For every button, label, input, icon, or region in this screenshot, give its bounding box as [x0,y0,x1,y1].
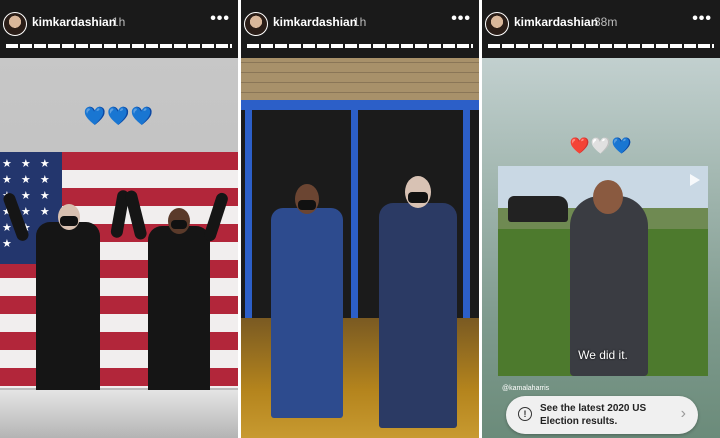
play-icon[interactable] [690,174,700,186]
story-content: ❤️🤍💙 We did it. @kamalaharris ! See the … [482,58,720,438]
face-mask [171,220,187,229]
shared-video-post[interactable]: We did it. [498,166,708,376]
video-caption: We did it. [578,348,628,362]
more-options-icon[interactable]: ••• [210,10,230,28]
american-flag-image: ★ ★ ★ ★ ★ ★ ★ ★ ★ ★ ★ ★ ★ ★ ★ ★ [0,152,238,392]
hearts-emoji: ❤️🤍💙 [569,138,633,155]
person-navy-suit [379,203,457,428]
story-header: kimkardashian 1h ••• [241,0,479,58]
suv-image [508,196,568,222]
story-progress-bar [247,44,473,48]
election-results-button[interactable]: ! See the latest 2020 US Election result… [506,396,698,434]
mention-tag[interactable]: @kamalaharris [502,385,549,392]
person-right [148,226,210,392]
stage-floor [0,390,238,438]
info-icon: ! [518,407,532,421]
election-results-label: See the latest 2020 US Election results. [540,403,647,427]
story-panel-2[interactable]: kimkardashian 1h ••• [241,0,479,438]
story-panel-3[interactable]: kimkardashian 38m ••• ❤️🤍💙 We did it. @k… [482,0,720,438]
raised-arm [202,191,230,243]
chevron-right-icon: › [680,405,686,422]
more-options-icon[interactable]: ••• [692,10,712,28]
story-progress-bar [488,44,714,48]
avatar[interactable] [244,12,268,36]
face-mask [408,192,428,203]
person-left [36,222,100,392]
story-time: 38m [594,15,618,29]
story-header: kimkardashian 38m ••• [482,0,720,58]
story-header: kimkardashian 1h ••• [0,0,238,58]
face-mask [60,216,78,226]
person-blue-suit [271,208,343,418]
story-time: 1h [353,15,367,29]
story-content [241,58,479,438]
avatar[interactable] [485,12,509,36]
username[interactable]: kimkardashian [273,15,357,29]
more-options-icon[interactable]: ••• [451,10,471,28]
username[interactable]: kimkardashian [514,15,598,29]
raised-arm [124,189,148,241]
username[interactable]: kimkardashian [32,15,116,29]
avatar[interactable] [3,12,27,36]
head [593,180,623,214]
story-progress-bar [6,44,232,48]
brick-wall [241,58,479,102]
blue-hearts-emoji: 💙💙💙 [83,106,155,126]
story-content: 💙💙💙 ★ ★ ★ ★ ★ ★ ★ ★ ★ ★ ★ ★ ★ ★ ★ ★ [0,58,238,438]
story-panel-1[interactable]: kimkardashian 1h ••• 💙💙💙 ★ ★ ★ ★ ★ ★ ★ ★… [0,0,238,438]
face-mask [298,200,316,210]
story-time: 1h [112,15,126,29]
blue-door-frame [241,100,479,110]
